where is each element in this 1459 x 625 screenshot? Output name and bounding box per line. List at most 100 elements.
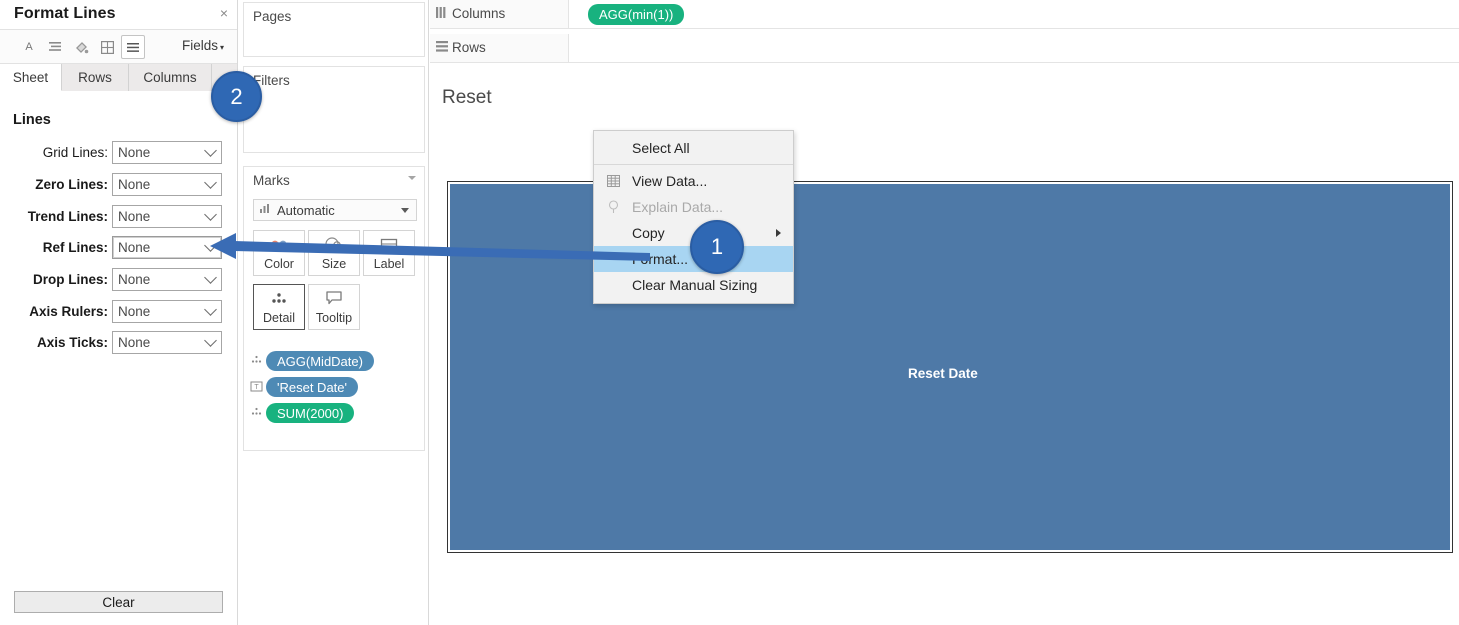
chevron-down-icon: [204, 333, 217, 347]
columns-shelf[interactable]: Columns AGG(min(1)): [430, 0, 1459, 29]
label-glyph: T: [250, 381, 262, 392]
viz-pane: Reset Reset Date: [430, 72, 1459, 625]
ref-lines-select[interactable]: None: [112, 235, 222, 259]
marks-card: Marks Automatic Color Size Label Detail …: [243, 166, 425, 451]
viz-title: Reset: [442, 87, 492, 108]
borders-glyph: [100, 40, 114, 54]
axis-ticks-select[interactable]: None: [112, 330, 222, 354]
format-panel-header: Format Lines ×: [0, 0, 237, 30]
axis-rulers-select[interactable]: None: [112, 299, 222, 323]
chevron-down-icon[interactable]: [408, 176, 416, 180]
zero-lines-select[interactable]: None: [112, 172, 222, 196]
step-badge-2: 2: [211, 71, 262, 122]
columns-pill-agg-min[interactable]: AGG(min(1)): [588, 4, 685, 25]
bar-chart-icon: [260, 204, 271, 216]
marks-pill-label: AGG(MidDate): [277, 353, 363, 369]
columns-shelf-label: Columns: [452, 6, 506, 21]
detail-icon: [249, 407, 263, 418]
context-menu-item-label: Copy: [632, 225, 665, 241]
close-icon[interactable]: ×: [220, 5, 228, 21]
zero-lines-value: None: [118, 176, 151, 192]
fields-menu[interactable]: Fields ▾: [182, 38, 224, 53]
drop-lines-row: Drop Lines: None: [0, 267, 238, 291]
context-menu-item-label: Explain Data...: [632, 199, 724, 215]
rows-shelf[interactable]: Rows: [430, 34, 1459, 63]
pages-card[interactable]: Pages: [243, 2, 425, 57]
step-badge-number: 1: [710, 234, 724, 259]
chevron-right-icon: [776, 229, 781, 237]
axis-ticks-label: Axis Ticks:: [36, 334, 108, 350]
borders-icon[interactable]: [95, 35, 119, 59]
context-menu-item-label: View Data...: [632, 173, 708, 189]
marks-label-button[interactable]: Label: [363, 230, 415, 276]
drop-lines-label: Drop Lines:: [32, 271, 108, 287]
chevron-down-icon: [204, 143, 217, 157]
marks-size-button[interactable]: Size: [308, 230, 360, 276]
marks-color-button[interactable]: Color: [253, 230, 305, 276]
grid-lines-label: Grid Lines:: [42, 144, 108, 160]
marks-detail-button[interactable]: Detail: [253, 284, 305, 330]
pages-title: Pages: [253, 9, 292, 24]
bar-chart-glyph: [260, 204, 269, 213]
tooltip-glyph: [326, 291, 342, 305]
axis-ticks-row: Axis Ticks: None: [0, 330, 238, 354]
context-menu-item-clear-manual-sizing[interactable]: Clear Manual Sizing: [594, 272, 793, 298]
marks-pill-mid-date[interactable]: AGG(MidDate): [266, 351, 374, 371]
trend-lines-value: None: [118, 208, 151, 224]
format-panel-tabs: Sheet Rows Columns: [0, 64, 237, 91]
label-glyph: [380, 238, 398, 250]
context-menu-item-label: Format...: [632, 251, 689, 267]
grid-lines-value: None: [118, 144, 151, 160]
drop-lines-select[interactable]: None: [112, 267, 222, 291]
tab-sheet[interactable]: Sheet: [0, 64, 62, 91]
marks-pill-reset-date[interactable]: 'Reset Date': [266, 377, 358, 397]
color-icon: [254, 231, 304, 257]
chevron-down-icon: [204, 207, 217, 221]
marks-color-label: Color: [264, 257, 294, 271]
marks-tooltip-button[interactable]: Tooltip: [308, 284, 360, 330]
lines-icon[interactable]: [121, 35, 145, 59]
lines-section-title: Lines: [13, 112, 51, 128]
format-lines-panel: Format Lines × A Fields ▾ Sheet Rows Col…: [0, 0, 238, 625]
grid-lines-row: Grid Lines: None: [0, 140, 238, 164]
marks-tooltip-label: Tooltip: [315, 311, 353, 325]
format-toolbar: A Fields ▾: [0, 30, 237, 64]
step-badge-number: 2: [230, 83, 243, 109]
tooltip-icon: [309, 285, 359, 311]
context-menu-item-explain-data: Explain Data...: [594, 194, 793, 220]
detail-glyph: [251, 355, 261, 363]
mark-type-select[interactable]: Automatic: [253, 199, 417, 221]
marks-pill-sum-2000[interactable]: SUM(2000): [266, 403, 355, 423]
detail-icon: [249, 355, 263, 366]
mark-type-value: Automatic: [277, 202, 335, 218]
context-menu-item-view-data[interactable]: View Data...: [594, 168, 793, 194]
marks-size-label: Size: [321, 257, 347, 271]
alignment-icon[interactable]: [43, 35, 67, 59]
context-menu: Select All View Data... Explain Data... …: [593, 130, 794, 304]
tab-columns-label: Columns: [143, 70, 197, 85]
detail-glyph: [272, 293, 286, 303]
size-glyph: [325, 237, 341, 251]
page-title: Format Lines: [14, 5, 116, 22]
context-menu-item-select-all[interactable]: Select All: [594, 135, 793, 161]
size-icon: [309, 231, 359, 257]
rows-icon: [436, 41, 448, 55]
trend-lines-select[interactable]: None: [112, 204, 222, 228]
tab-sheet-label: Sheet: [12, 69, 49, 85]
tab-columns[interactable]: Columns: [129, 64, 212, 91]
grid-lines-select[interactable]: None: [112, 140, 222, 164]
chevron-down-icon: [401, 208, 409, 213]
columns-pill-label: AGG(min(1)): [599, 7, 674, 22]
color-glyph: [271, 240, 287, 248]
mark-label: Reset Date: [908, 366, 978, 381]
context-menu-item-label: Select All: [632, 140, 690, 156]
columns-shelf-dropzone[interactable]: AGG(min(1)): [568, 0, 1459, 28]
marks-pill-label: SUM(2000): [277, 405, 344, 421]
tab-rows[interactable]: Rows: [62, 64, 129, 91]
shading-icon[interactable]: [69, 35, 93, 59]
clear-button[interactable]: Clear: [14, 591, 223, 613]
rows-shelf-dropzone[interactable]: [568, 34, 1459, 62]
svg-text:T: T: [254, 384, 259, 391]
filters-card[interactable]: Filters: [243, 66, 425, 153]
font-icon[interactable]: A: [17, 35, 41, 59]
